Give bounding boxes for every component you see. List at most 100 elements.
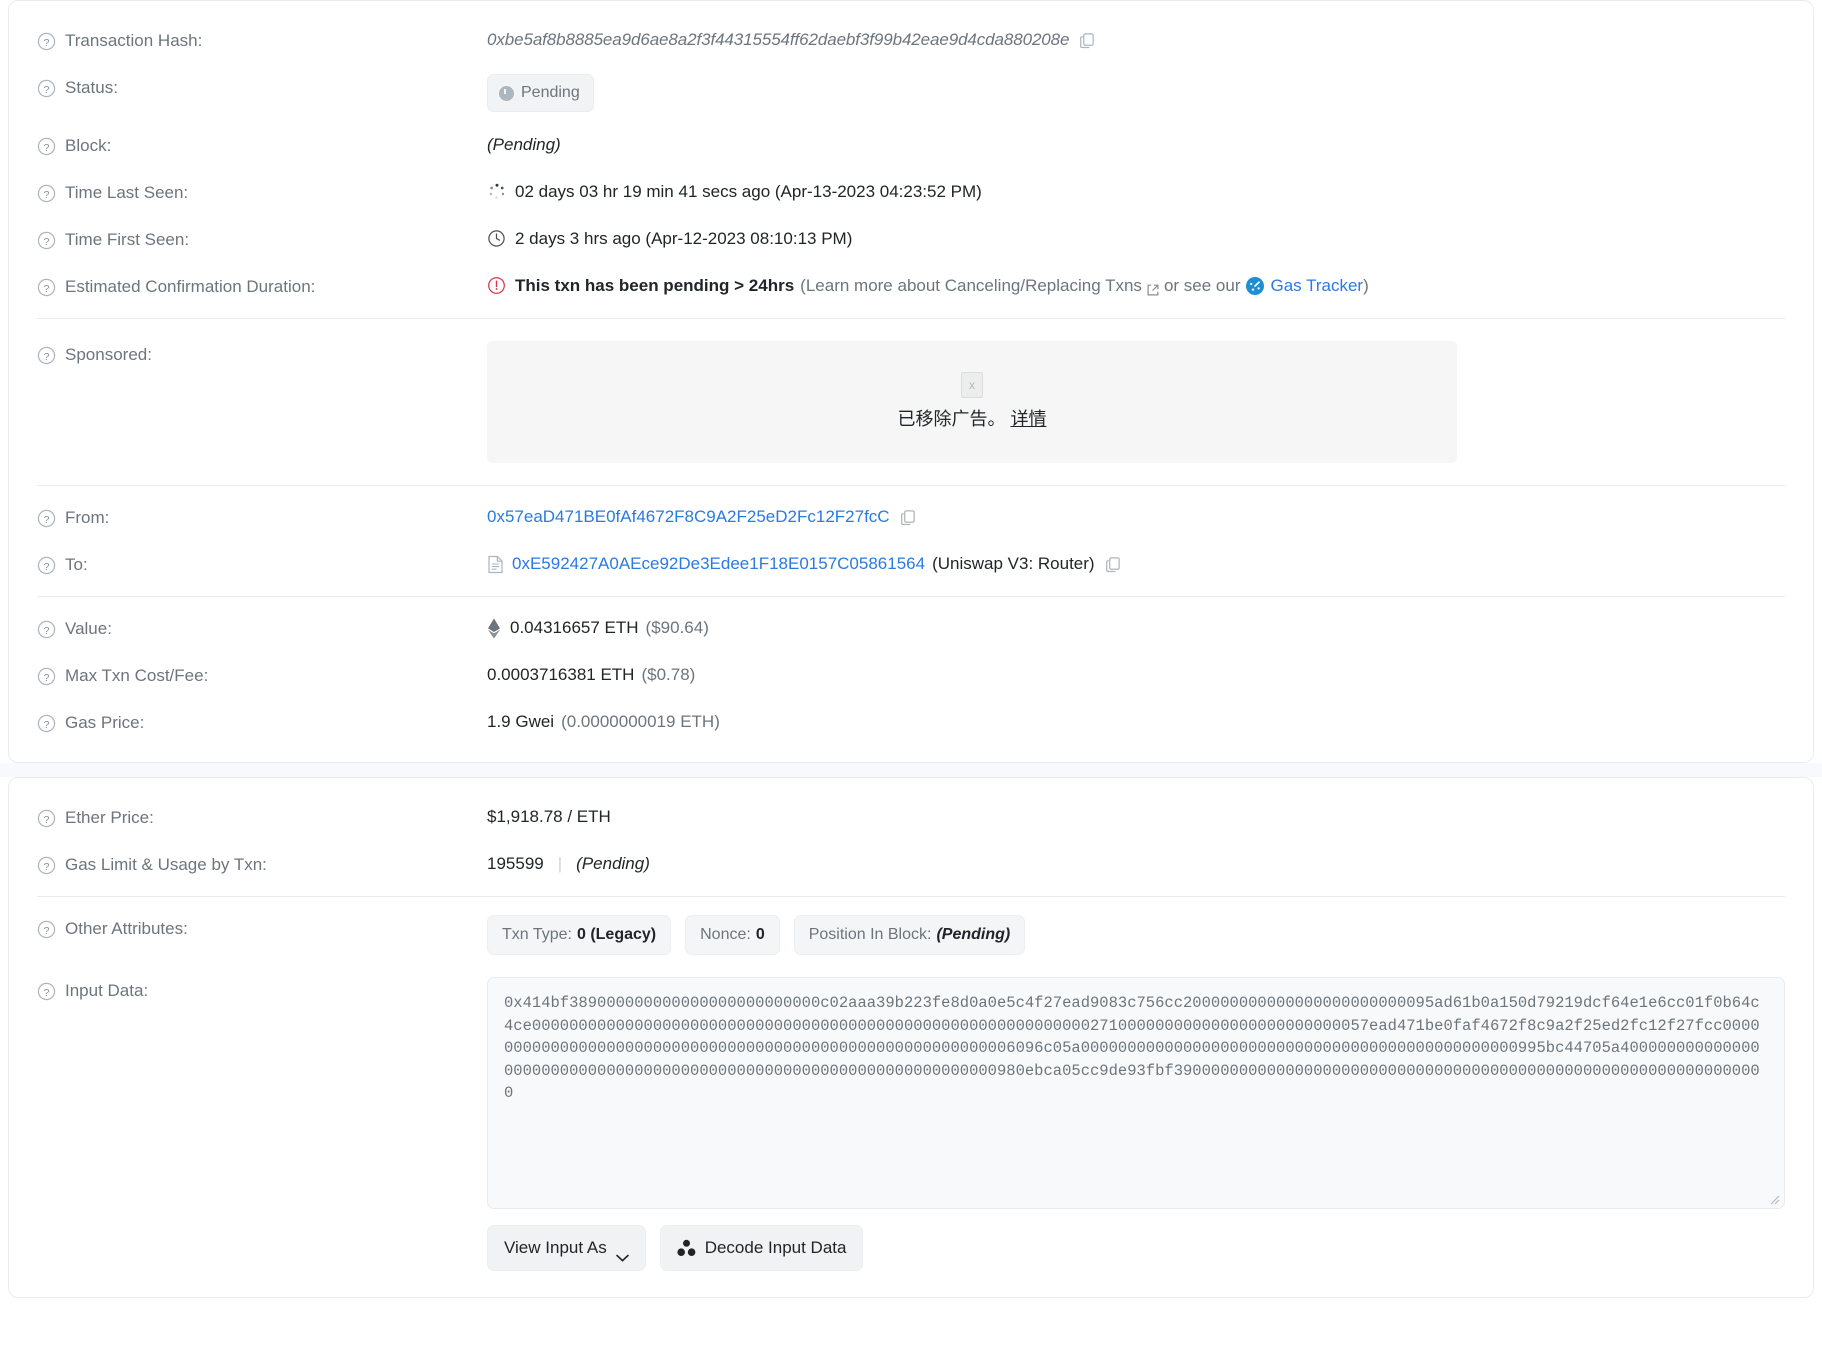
- learn-more-link[interactable]: Learn more about Canceling/Replacing Txn…: [806, 273, 1142, 299]
- gas-usage-value: (Pending): [576, 851, 650, 877]
- ad-placeholder-glyph: x: [969, 372, 975, 398]
- svg-text:?: ?: [44, 626, 50, 637]
- label-text: Other Attributes:: [65, 916, 188, 942]
- label-from: ? From:: [37, 504, 487, 531]
- copy-icon[interactable]: [1079, 32, 1096, 49]
- label-to: ? To:: [37, 551, 487, 578]
- sponsored-ad-box: x 已移除广告。 详情: [487, 341, 1457, 463]
- help-icon[interactable]: ?: [37, 556, 56, 575]
- paren-close: ): [1363, 273, 1369, 299]
- clock-icon: [487, 229, 507, 249]
- row-other-attributes: ? Other Attributes: Txn Type: 0 (Legacy)…: [37, 905, 1785, 965]
- divider: [37, 318, 1785, 319]
- resize-handle-icon[interactable]: [1767, 1192, 1780, 1205]
- svg-text:?: ?: [44, 515, 50, 526]
- row-sponsored: ? Sponsored: x 已移除广告。 详情: [37, 327, 1785, 477]
- help-icon[interactable]: ?: [37, 620, 56, 639]
- pill-value: (Pending): [936, 922, 1010, 948]
- row-gas-price: ? Gas Price: 1.9 Gwei (0.0000000019 ETH): [37, 699, 1785, 746]
- to-address-tag: (Uniswap V3: Router): [932, 551, 1095, 577]
- gas-limit-value: 195599: [487, 851, 544, 877]
- label-sponsored: ? Sponsored:: [37, 341, 487, 368]
- value-time-first-seen: 2 days 3 hrs ago (Apr-12-2023 08:10:13 P…: [487, 226, 1785, 252]
- decode-input-data-button[interactable]: Decode Input Data: [660, 1225, 864, 1271]
- row-block: ? Block: (Pending): [37, 122, 1785, 169]
- help-icon[interactable]: ?: [37, 809, 56, 828]
- value-amount: 0.04316657 ETH ($90.64): [487, 615, 1785, 641]
- value-eth: 0.04316657 ETH: [510, 615, 639, 641]
- help-icon[interactable]: ?: [37, 667, 56, 686]
- help-icon[interactable]: ?: [37, 184, 56, 203]
- view-input-as-button[interactable]: View Input As: [487, 1225, 646, 1271]
- label-input-data: ? Input Data:: [37, 977, 487, 1004]
- row-input-data: ? Input Data: 0x414bf3890000000000000000…: [37, 965, 1785, 1281]
- label-text: Value:: [65, 616, 112, 642]
- attribute-pill-nonce: Nonce: 0: [685, 915, 780, 955]
- value-sponsored: x 已移除广告。 详情: [487, 341, 1785, 463]
- help-icon[interactable]: ?: [37, 346, 56, 365]
- help-icon[interactable]: ?: [37, 137, 56, 156]
- status-badge: Pending: [487, 74, 594, 112]
- pill-name: Position In Block:: [809, 922, 932, 948]
- help-icon[interactable]: ?: [37, 278, 56, 297]
- svg-text:?: ?: [44, 862, 50, 873]
- row-estimated-confirmation: ? Estimated Confirmation Duration: This …: [37, 263, 1785, 310]
- max-txn-cost-usd: ($0.78): [641, 662, 695, 688]
- copy-icon[interactable]: [900, 509, 917, 526]
- from-address-link[interactable]: 0x57eaD471BE0fAf4672F8C9A2F25eD2Fc12F27f…: [487, 504, 890, 530]
- label-gas-price: ? Gas Price:: [37, 709, 487, 736]
- svg-text:?: ?: [44, 720, 50, 731]
- details-card: ? Ether Price: $1,918.78 / ETH ? Gas Lim…: [8, 777, 1814, 1298]
- ad-removed-text: 已移除广告。: [897, 409, 1005, 429]
- value-input-data: 0x414bf389000000000000000000000000c02aaa…: [487, 977, 1785, 1271]
- help-icon[interactable]: ?: [37, 920, 56, 939]
- copy-icon[interactable]: [1105, 556, 1122, 573]
- help-icon[interactable]: ?: [37, 714, 56, 733]
- help-icon[interactable]: ?: [37, 856, 56, 875]
- help-icon[interactable]: ?: [37, 231, 56, 250]
- pill-value: 0: [756, 922, 765, 948]
- label-text: Ether Price:: [65, 805, 154, 831]
- help-icon[interactable]: ?: [37, 79, 56, 98]
- to-address-link[interactable]: 0xE592427A0AEce92De3Edee1F18E0157C058615…: [512, 551, 925, 577]
- label-transaction-hash: ? Transaction Hash:: [37, 27, 487, 54]
- label-text: From:: [65, 505, 109, 531]
- svg-text:?: ?: [44, 562, 50, 573]
- ad-detail-link[interactable]: 详情: [1011, 409, 1047, 429]
- row-max-txn-cost: ? Max Txn Cost/Fee: 0.0003716381 ETH ($0…: [37, 652, 1785, 699]
- status-badge-label: Pending: [521, 80, 580, 106]
- gas-tracker-icon[interactable]: [1245, 276, 1265, 296]
- gas-price-eth: (0.0000000019 ETH): [561, 709, 720, 735]
- svg-text:?: ?: [44, 926, 50, 937]
- input-data-textarea[interactable]: 0x414bf389000000000000000000000000c02aaa…: [487, 977, 1785, 1209]
- help-icon[interactable]: ?: [37, 509, 56, 528]
- help-icon[interactable]: ?: [37, 32, 56, 51]
- label-text: Gas Limit & Usage by Txn:: [65, 852, 267, 878]
- svg-text:?: ?: [44, 85, 50, 96]
- value-other-attributes: Txn Type: 0 (Legacy) Nonce: 0 Position I…: [487, 915, 1785, 955]
- ad-placeholder-icon: x: [961, 372, 983, 398]
- external-link-icon[interactable]: [1146, 279, 1160, 293]
- view-input-as-label: View Input As: [504, 1235, 607, 1261]
- value-gas-price: 1.9 Gwei (0.0000000019 ETH): [487, 709, 1785, 735]
- input-data-hex: 0x414bf389000000000000000000000000c02aaa…: [504, 994, 1760, 1102]
- label-block: ? Block:: [37, 132, 487, 159]
- svg-text:?: ?: [44, 815, 50, 826]
- row-status: ? Status: Pending: [37, 64, 1785, 122]
- label-text: Sponsored:: [65, 342, 152, 368]
- row-time-first-seen: ? Time First Seen: 2 days 3 hrs ago (Apr…: [37, 216, 1785, 263]
- gas-tracker-link[interactable]: Gas Tracker: [1270, 273, 1363, 299]
- value-from: 0x57eaD471BE0fAf4672F8C9A2F25eD2Fc12F27f…: [487, 504, 1785, 530]
- help-icon[interactable]: ?: [37, 982, 56, 1001]
- chevron-down-icon: [616, 1244, 629, 1252]
- label-text: Status:: [65, 75, 118, 101]
- label-estimated-confirmation: ? Estimated Confirmation Duration:: [37, 273, 487, 300]
- label-status: ? Status:: [37, 74, 487, 101]
- row-gas-limit-usage: ? Gas Limit & Usage by Txn: 195599 | (Pe…: [37, 841, 1785, 888]
- value-gas-limit-usage: 195599 | (Pending): [487, 851, 1785, 877]
- value-transaction-hash: 0xbe5af8b8885ea9d6ae8a2f3f44315554ff62da…: [487, 27, 1785, 53]
- label-value: ? Value:: [37, 615, 487, 642]
- svg-text:?: ?: [44, 143, 50, 154]
- divider: [37, 896, 1785, 897]
- value-max-txn-cost: 0.0003716381 ETH ($0.78): [487, 662, 1785, 688]
